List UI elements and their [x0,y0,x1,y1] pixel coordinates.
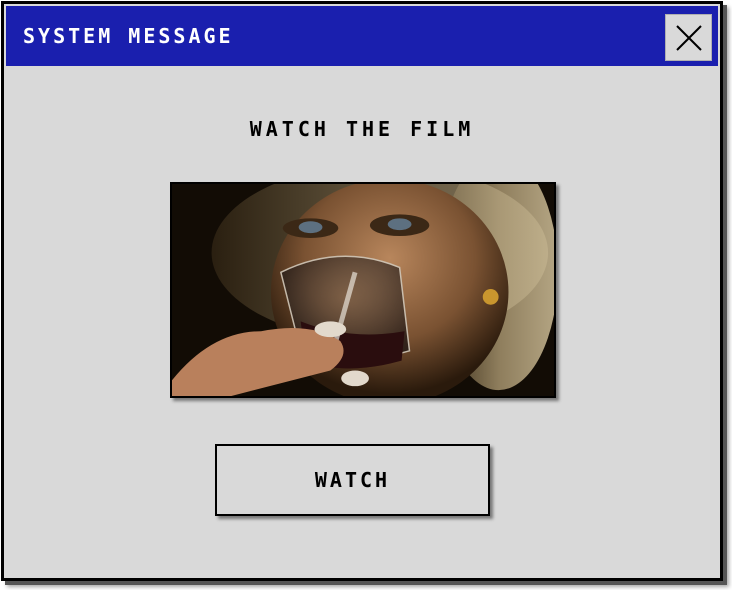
system-message-dialog: SYSTEM MESSAGE WATCH THE FILM WATCH [1,1,723,581]
close-button[interactable] [665,14,712,61]
dialog-title: SYSTEM MESSAGE [23,24,234,48]
film-still-image [170,182,556,398]
dialog-titlebar: SYSTEM MESSAGE [6,6,718,66]
watch-button[interactable]: WATCH [215,444,490,516]
close-icon [676,25,702,51]
dialog-heading: WATCH THE FILM [249,117,475,141]
